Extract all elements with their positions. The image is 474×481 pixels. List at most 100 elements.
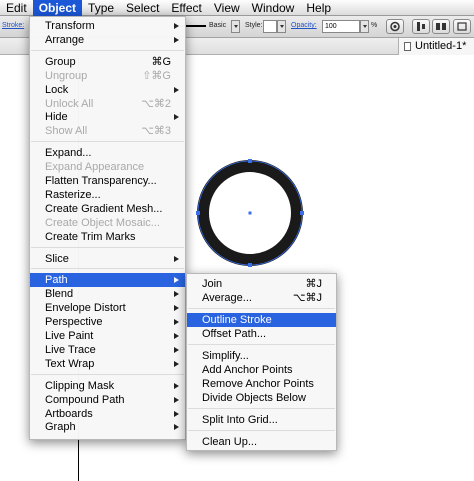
menu-item-shortcut: ⌥⌘J — [292, 292, 322, 304]
menu-item-label: Divide Objects Below — [202, 392, 306, 404]
menu-item-shortcut: ⌥⌘3 — [141, 125, 171, 138]
distribute-button[interactable] — [432, 19, 450, 34]
object-menu-item-show-all: Show All ⌥⌘3 — [30, 124, 185, 138]
menu-item-label: Clean Up... — [202, 436, 258, 448]
path-menu-item-average[interactable]: Average... ⌥⌘J — [187, 291, 336, 305]
path-menu-item-split-into-grid[interactable]: Split Into Grid... — [187, 413, 336, 427]
menu-item-label: Add Anchor Points — [202, 364, 293, 376]
menubar-window[interactable]: Window — [246, 0, 301, 16]
path-menu-item-simplify[interactable]: Simplify... — [187, 349, 336, 363]
menu-item-shortcut: ⌘G — [151, 55, 171, 68]
path-menu-item-remove-anchor-points[interactable]: Remove Anchor Points — [187, 377, 336, 391]
object-menu-item-envelope-distort[interactable]: Envelope Distort — [30, 301, 185, 315]
opacity-label[interactable]: Opacity: — [291, 22, 317, 29]
brush-dropdown[interactable] — [231, 20, 240, 33]
menu-separator — [188, 308, 335, 309]
object-menu-item-path[interactable]: Path — [30, 273, 185, 288]
object-menu-item-blend[interactable]: Blend — [30, 287, 185, 301]
document-title: Untitled-1* — [415, 40, 467, 52]
object-menu-item-text-wrap[interactable]: Text Wrap — [30, 357, 185, 371]
document-tab[interactable]: Untitled-1* — [398, 38, 474, 55]
submenu-arrow-icon — [174, 36, 179, 43]
menu-bar: Edit Object Type Select Effect View Window Help — [0, 0, 474, 16]
object-menu-item-hide[interactable]: Hide — [30, 110, 185, 124]
submenu-arrow-icon — [174, 424, 179, 431]
menu-item-label: Split Into Grid... — [202, 414, 278, 426]
path-menu-item-divide-objects-below[interactable]: Divide Objects Below — [187, 391, 336, 405]
object-menu-item-clipping-mask[interactable]: Clipping Mask — [30, 379, 185, 393]
object-menu-item-perspective[interactable]: Perspective — [30, 315, 185, 329]
submenu-arrow-icon — [174, 346, 179, 353]
menu-item-label: Envelope Distort — [45, 302, 126, 315]
stroke-label[interactable]: Stroke: — [2, 22, 24, 29]
menu-item-label: Arrange — [45, 33, 85, 46]
submenu-arrow-icon — [174, 305, 179, 312]
object-menu-item-artboards[interactable]: Artboards — [30, 407, 185, 421]
opacity-field[interactable]: 100 — [322, 20, 360, 33]
opacity-unit: % — [371, 22, 378, 29]
anchor-point[interactable] — [196, 211, 200, 215]
menu-item-label: Blend — [45, 288, 74, 301]
path-menu-item-clean-up[interactable]: Clean Up... — [187, 435, 336, 449]
menu-separator — [31, 49, 184, 51]
menu-separator — [31, 373, 184, 375]
object-menu-item-create-trim-marks[interactable]: Create Trim Marks — [30, 230, 185, 244]
menu-item-label: Artboards — [45, 407, 93, 420]
submenu-arrow-icon — [174, 255, 179, 262]
menubar-object[interactable]: Object — [32, 0, 83, 16]
object-menu-item-slice[interactable]: Slice — [30, 252, 185, 266]
object-menu-item-arrange[interactable]: Arrange — [30, 33, 185, 47]
selected-ring-object[interactable] — [194, 157, 306, 269]
align-button[interactable] — [412, 19, 430, 34]
transform-icon — [457, 22, 467, 31]
menu-item-label: Rasterize... — [45, 188, 101, 201]
anchor-point[interactable] — [248, 263, 252, 267]
path-menu-item-offset-path[interactable]: Offset Path... — [187, 327, 336, 341]
menubar-type[interactable]: Type — [82, 0, 120, 16]
path-menu-item-join[interactable]: Join ⌘J — [187, 277, 336, 291]
menu-item-label: Transform — [45, 20, 95, 32]
menu-item-label: Graph — [45, 421, 76, 434]
menu-item-label: Ungroup — [45, 69, 88, 82]
menubar-help[interactable]: Help — [300, 0, 337, 16]
menubar-view[interactable]: View — [208, 0, 246, 16]
object-menu-item-graph[interactable]: Graph — [30, 420, 185, 434]
recolor-artwork-button[interactable] — [386, 19, 404, 34]
style-swatch[interactable] — [263, 20, 277, 33]
anchor-point[interactable] — [248, 159, 252, 163]
menu-separator — [31, 246, 184, 248]
transform-button[interactable] — [453, 19, 471, 34]
object-menu-item-live-trace[interactable]: Live Trace — [30, 343, 185, 357]
menubar-edit[interactable]: Edit — [0, 0, 33, 16]
object-menu-item-group[interactable]: Group ⌘G — [30, 55, 185, 69]
menubar-select[interactable]: Select — [120, 0, 165, 16]
path-menu-item-outline-stroke[interactable]: Outline Stroke — [187, 313, 336, 327]
brush-name: Basic — [209, 22, 227, 29]
submenu-arrow-icon — [174, 277, 179, 284]
anchor-point[interactable] — [300, 211, 304, 215]
opacity-dropdown[interactable] — [360, 20, 369, 33]
object-menu-item-lock[interactable]: Lock — [30, 83, 185, 97]
document-icon — [404, 42, 411, 51]
object-menu-item-flatten-transparency[interactable]: Flatten Transparency... — [30, 174, 185, 188]
menu-item-label: Text Wrap — [45, 357, 95, 370]
object-menu-item-create-gradient-mesh[interactable]: Create Gradient Mesh... — [30, 202, 185, 216]
menu-item-label: Unlock All — [45, 97, 94, 110]
object-menu-item-live-paint[interactable]: Live Paint — [30, 329, 185, 343]
menu-item-label: Join — [202, 278, 223, 290]
center-point — [248, 211, 252, 215]
menu-item-label: Hide — [45, 111, 68, 124]
submenu-arrow-icon — [174, 410, 179, 417]
path-menu-item-add-anchor-points[interactable]: Add Anchor Points — [187, 363, 336, 377]
object-menu-item-rasterize[interactable]: Rasterize... — [30, 188, 185, 202]
object-menu-item-transform[interactable]: Transform — [30, 19, 185, 33]
submenu-arrow-icon — [174, 291, 179, 298]
menu-item-label: Create Gradient Mesh... — [45, 202, 163, 215]
menu-item-label: Live Paint — [45, 330, 94, 342]
menubar-effect[interactable]: Effect — [165, 0, 207, 16]
object-menu-item-expand[interactable]: Expand... — [30, 146, 185, 160]
object-menu-item-compound-path[interactable]: Compound Path — [30, 393, 185, 407]
menu-item-label: Average... — [202, 292, 252, 304]
style-dropdown[interactable] — [277, 20, 286, 33]
menu-item-label: Flatten Transparency... — [45, 175, 157, 187]
